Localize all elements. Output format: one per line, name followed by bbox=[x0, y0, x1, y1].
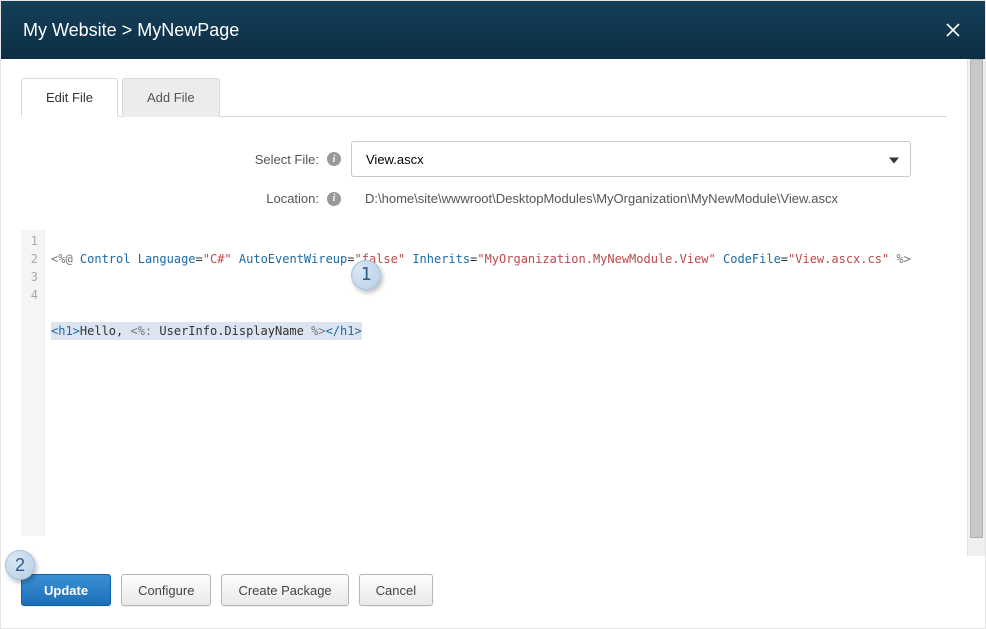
breadcrumb-title: My Website > MyNewPage bbox=[23, 20, 239, 41]
info-icon[interactable]: i bbox=[327, 152, 341, 166]
line-number: 4 bbox=[21, 286, 38, 304]
line-number: 3 bbox=[21, 268, 38, 286]
tab-add-file[interactable]: Add File bbox=[122, 78, 220, 117]
tab-edit-file[interactable]: Edit File bbox=[21, 78, 118, 117]
row-select-file: Select File: i bbox=[21, 141, 947, 177]
editor-code[interactable]: <%@ Control Language="C#" AutoEventWireu… bbox=[45, 230, 947, 536]
scrollbar-thumb[interactable] bbox=[970, 59, 983, 538]
footer-buttons: 2 Update Configure Create Package Cancel bbox=[1, 556, 985, 628]
configure-button[interactable]: Configure bbox=[121, 574, 211, 606]
location-value: D:\home\site\wwwroot\DesktopModules\MyOr… bbox=[351, 191, 838, 206]
code-editor[interactable]: 1 2 3 4 <%@ Control Language="C#" AutoEv… bbox=[21, 230, 947, 536]
line-number: 2 bbox=[21, 250, 38, 268]
tok: Control bbox=[80, 252, 131, 266]
select-file-dropdown[interactable] bbox=[351, 141, 911, 177]
location-label-text: Location: bbox=[266, 191, 319, 206]
select-file-label-text: Select File: bbox=[255, 152, 319, 167]
tok: "MyOrganization.MyNewModule.View" bbox=[477, 252, 715, 266]
line-number: 1 bbox=[21, 232, 38, 250]
tok: CodeFile bbox=[723, 252, 781, 266]
tok: %> bbox=[889, 252, 911, 266]
row-location: Location: i D:\home\site\wwwroot\Desktop… bbox=[21, 191, 947, 206]
update-button[interactable]: Update bbox=[21, 574, 111, 606]
tok: Hello, bbox=[80, 324, 131, 338]
tok: Inherits bbox=[412, 252, 470, 266]
dialog-window: My Website > MyNewPage Edit File Add Fil… bbox=[0, 0, 986, 629]
cancel-button[interactable]: Cancel bbox=[359, 574, 433, 606]
tok: %> bbox=[304, 324, 326, 338]
select-file-wrap bbox=[351, 141, 911, 177]
vertical-scrollbar[interactable] bbox=[967, 59, 985, 556]
select-file-label: Select File: i bbox=[21, 152, 351, 167]
tok: UserInfo.DisplayName bbox=[159, 324, 304, 338]
create-package-button[interactable]: Create Package bbox=[221, 574, 348, 606]
tok: </h1> bbox=[326, 324, 362, 338]
title-bar: My Website > MyNewPage bbox=[1, 1, 985, 59]
callout-1: 1 bbox=[351, 260, 381, 290]
location-label: Location: i bbox=[21, 191, 351, 206]
tok: Language bbox=[138, 252, 196, 266]
tok: "C#" bbox=[203, 252, 232, 266]
tok: "View.ascx.cs" bbox=[788, 252, 889, 266]
close-icon bbox=[945, 22, 961, 38]
dialog-body: Edit File Add File Select File: i bbox=[1, 59, 985, 556]
tok: <h1> bbox=[51, 324, 80, 338]
tok: <%: bbox=[130, 324, 159, 338]
tok: AutoEventWireup bbox=[239, 252, 347, 266]
close-button[interactable] bbox=[943, 20, 963, 40]
info-icon[interactable]: i bbox=[327, 192, 341, 206]
tok: <%@ bbox=[51, 252, 80, 266]
editor-gutter: 1 2 3 4 bbox=[21, 230, 45, 536]
callout-2: 2 bbox=[5, 550, 35, 580]
form-area: Select File: i Location: i bbox=[21, 117, 947, 230]
content-area: Edit File Add File Select File: i bbox=[1, 59, 967, 556]
tab-strip: Edit File Add File bbox=[21, 77, 947, 117]
